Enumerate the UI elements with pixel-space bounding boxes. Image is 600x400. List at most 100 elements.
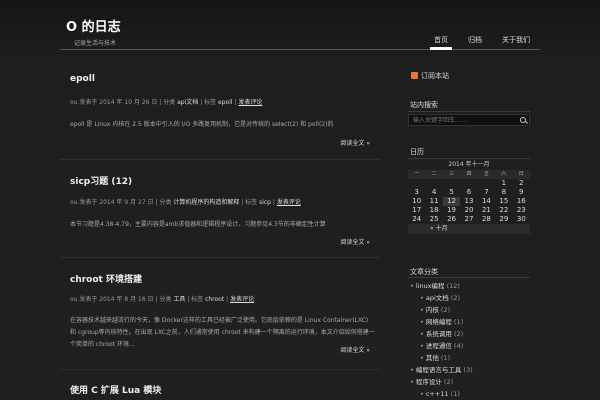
read-more-link[interactable]: 阅读全文 » xyxy=(340,345,370,354)
nav-item-about[interactable]: 关于我们 xyxy=(492,34,540,50)
category-count: (2) xyxy=(450,294,461,302)
nav-item-home[interactable]: 首页 xyxy=(424,34,458,50)
category-item: • api文档 (2) xyxy=(410,292,540,304)
post-comments-link[interactable]: 发表评论 xyxy=(277,199,301,206)
calendar-day: 26 xyxy=(447,215,457,223)
post-tag-link[interactable]: chroot xyxy=(205,296,224,303)
category-item: • 系统调用 (2) xyxy=(410,328,540,340)
post-category-link[interactable]: 工具 xyxy=(173,296,185,303)
category-link[interactable]: c++11 xyxy=(426,390,449,398)
category-count: (1) xyxy=(440,354,451,362)
calendar-day: 17 xyxy=(412,206,422,214)
post-comments-link[interactable]: 发表评论 xyxy=(230,296,254,303)
bullet-icon: • xyxy=(410,378,414,386)
bullet-icon: • xyxy=(410,366,414,374)
post-excerpt: epoll 是 Linux 内核在 2.5 版本中引入的 I/O 多路复用机制，… xyxy=(70,121,334,128)
post-item: chroot 环境搭建 ou 发表于 2014 年 8 月 16 日 | 分类 … xyxy=(60,258,380,370)
category-link[interactable]: linux编程 xyxy=(416,282,445,290)
post-comments-link[interactable]: 发表评论 xyxy=(238,99,262,106)
calendar-weekday: 三 xyxy=(442,170,461,179)
category-item: • 内核 (2) xyxy=(410,304,540,316)
calendar-day: 11 xyxy=(429,197,439,205)
category-link[interactable]: 其他 xyxy=(426,354,439,362)
calendar-weekday: 五 xyxy=(477,170,496,179)
nav-item-archive[interactable]: 归档 xyxy=(458,34,492,50)
category-item: • c++11 (1) xyxy=(410,388,540,400)
main-nav: 首页 归档 关于我们 xyxy=(424,34,540,50)
post-list: epoll ou 发表于 2014 年 10 月 26 日 | 分类 api文档… xyxy=(60,60,380,400)
calendar-day: 10 xyxy=(412,197,422,205)
calendar-day: 2 xyxy=(519,179,524,187)
category-item: • 其他 (1) xyxy=(410,352,540,364)
category-link[interactable]: api文档 xyxy=(426,294,449,302)
calendar-day: 12 xyxy=(442,197,461,206)
category-link[interactable]: 系统调用 xyxy=(426,330,452,338)
search-box xyxy=(408,114,530,126)
post-title[interactable]: 使用 C 扩展 Lua 模块 xyxy=(60,383,161,396)
read-more-link[interactable]: 阅读全文 » xyxy=(340,138,370,147)
calendar-day: 5 xyxy=(449,188,454,196)
calendar-day: 22 xyxy=(499,206,509,214)
rss-subscribe-link[interactable]: 订阅本站 xyxy=(401,71,449,81)
divider xyxy=(408,277,530,278)
calendar-day: 19 xyxy=(447,206,457,214)
calendar-weekday: 一 xyxy=(408,170,426,179)
category-count: (1) xyxy=(453,318,464,326)
site-title[interactable]: O 的日志 xyxy=(66,16,121,35)
category-item: • linux编程 (12) xyxy=(410,280,540,292)
search-input[interactable] xyxy=(409,115,529,125)
category-link[interactable]: 编程语言与工具 xyxy=(416,366,462,374)
calendar-day xyxy=(478,179,495,188)
calendar-grid: 一二三四五六日 1 2 3 4 5 6 7 8 9 10 11 12 13 14 15 16 17 18 19 20 21… xyxy=(408,170,530,224)
category-count: (1) xyxy=(450,390,460,398)
post-title[interactable]: epoll xyxy=(60,74,95,84)
post-tag-link[interactable]: epoll xyxy=(218,99,233,106)
post-title[interactable]: sicp习题 (12) xyxy=(60,174,132,187)
calendar-day xyxy=(460,179,477,188)
calendar-day: 14 xyxy=(481,197,491,205)
calendar-day: 1 xyxy=(501,179,507,187)
calendar: 2014 年十一月 一二三四五六日 1 2 3 4 5 6 7 8 9 10 11 12 13 14 15 16… xyxy=(408,160,530,234)
category-link[interactable]: 内核 xyxy=(426,306,439,314)
divider xyxy=(408,158,530,159)
calendar-weekday: 二 xyxy=(425,170,443,179)
bullet-icon: • xyxy=(410,282,414,290)
search-icon[interactable] xyxy=(520,117,526,123)
category-link[interactable]: 程序设计 xyxy=(416,378,442,386)
calendar-day: 20 xyxy=(464,206,474,214)
post-date: 2014 年 9 月 27 日 xyxy=(99,199,154,206)
calendar-weekday: 六 xyxy=(495,170,513,179)
calendar-day: 9 xyxy=(519,188,524,196)
post-meta: ou 发表于 2014 年 8 月 16 日 | 分类 工具 | 标签 chro… xyxy=(70,296,255,303)
post-tag-link[interactable]: sicp xyxy=(259,199,271,206)
post-item: epoll ou 发表于 2014 年 10 月 26 日 | 分类 api文档… xyxy=(60,60,380,160)
post-category-link[interactable]: 计算机程序的构造和解释 xyxy=(173,199,239,206)
calendar-prev-month-link[interactable]: « 十月 xyxy=(430,225,448,232)
calendar-day: 8 xyxy=(501,188,507,196)
post-title[interactable]: chroot 环境搭建 xyxy=(60,272,142,285)
category-link[interactable]: 进程通信 xyxy=(426,342,452,350)
bullet-icon: • xyxy=(420,294,424,302)
post-meta: ou 发表于 2014 年 9 月 27 日 | 分类 计算机程序的构造和解释 … xyxy=(70,199,301,206)
post-category-link[interactable]: api文档 xyxy=(177,99,198,106)
calendar-day: 30 xyxy=(516,215,526,223)
calendar-day xyxy=(443,179,460,188)
calendar-day: 18 xyxy=(429,206,439,214)
category-count: (12) xyxy=(446,282,460,290)
read-more-link[interactable]: 阅读全文 » xyxy=(340,237,370,246)
category-count: (4) xyxy=(453,342,464,350)
category-count: (3) xyxy=(463,366,473,374)
calendar-day: 16 xyxy=(516,197,526,205)
calendar-caption: 2014 年十一月 xyxy=(448,161,490,168)
category-link[interactable]: 网络编程 xyxy=(426,318,452,326)
calendar-weekday: 日 xyxy=(512,170,530,179)
calendar-day: 21 xyxy=(481,206,491,214)
post-excerpt: 本节习题是4.38-4.79，主要内容是amb求值器和逻辑程序设计，习题参见4.… xyxy=(70,221,326,228)
calendar-weekday: 四 xyxy=(460,170,478,179)
calendar-day: 29 xyxy=(499,215,509,223)
post-meta: ou 发表于 2014 年 10 月 26 日 | 分类 api文档 | 标签 … xyxy=(70,99,263,106)
bullet-icon: • xyxy=(420,318,424,326)
search-widget-title: 站内搜索 xyxy=(410,101,438,109)
bullet-icon: • xyxy=(420,354,424,362)
category-count: (2) xyxy=(453,330,464,338)
